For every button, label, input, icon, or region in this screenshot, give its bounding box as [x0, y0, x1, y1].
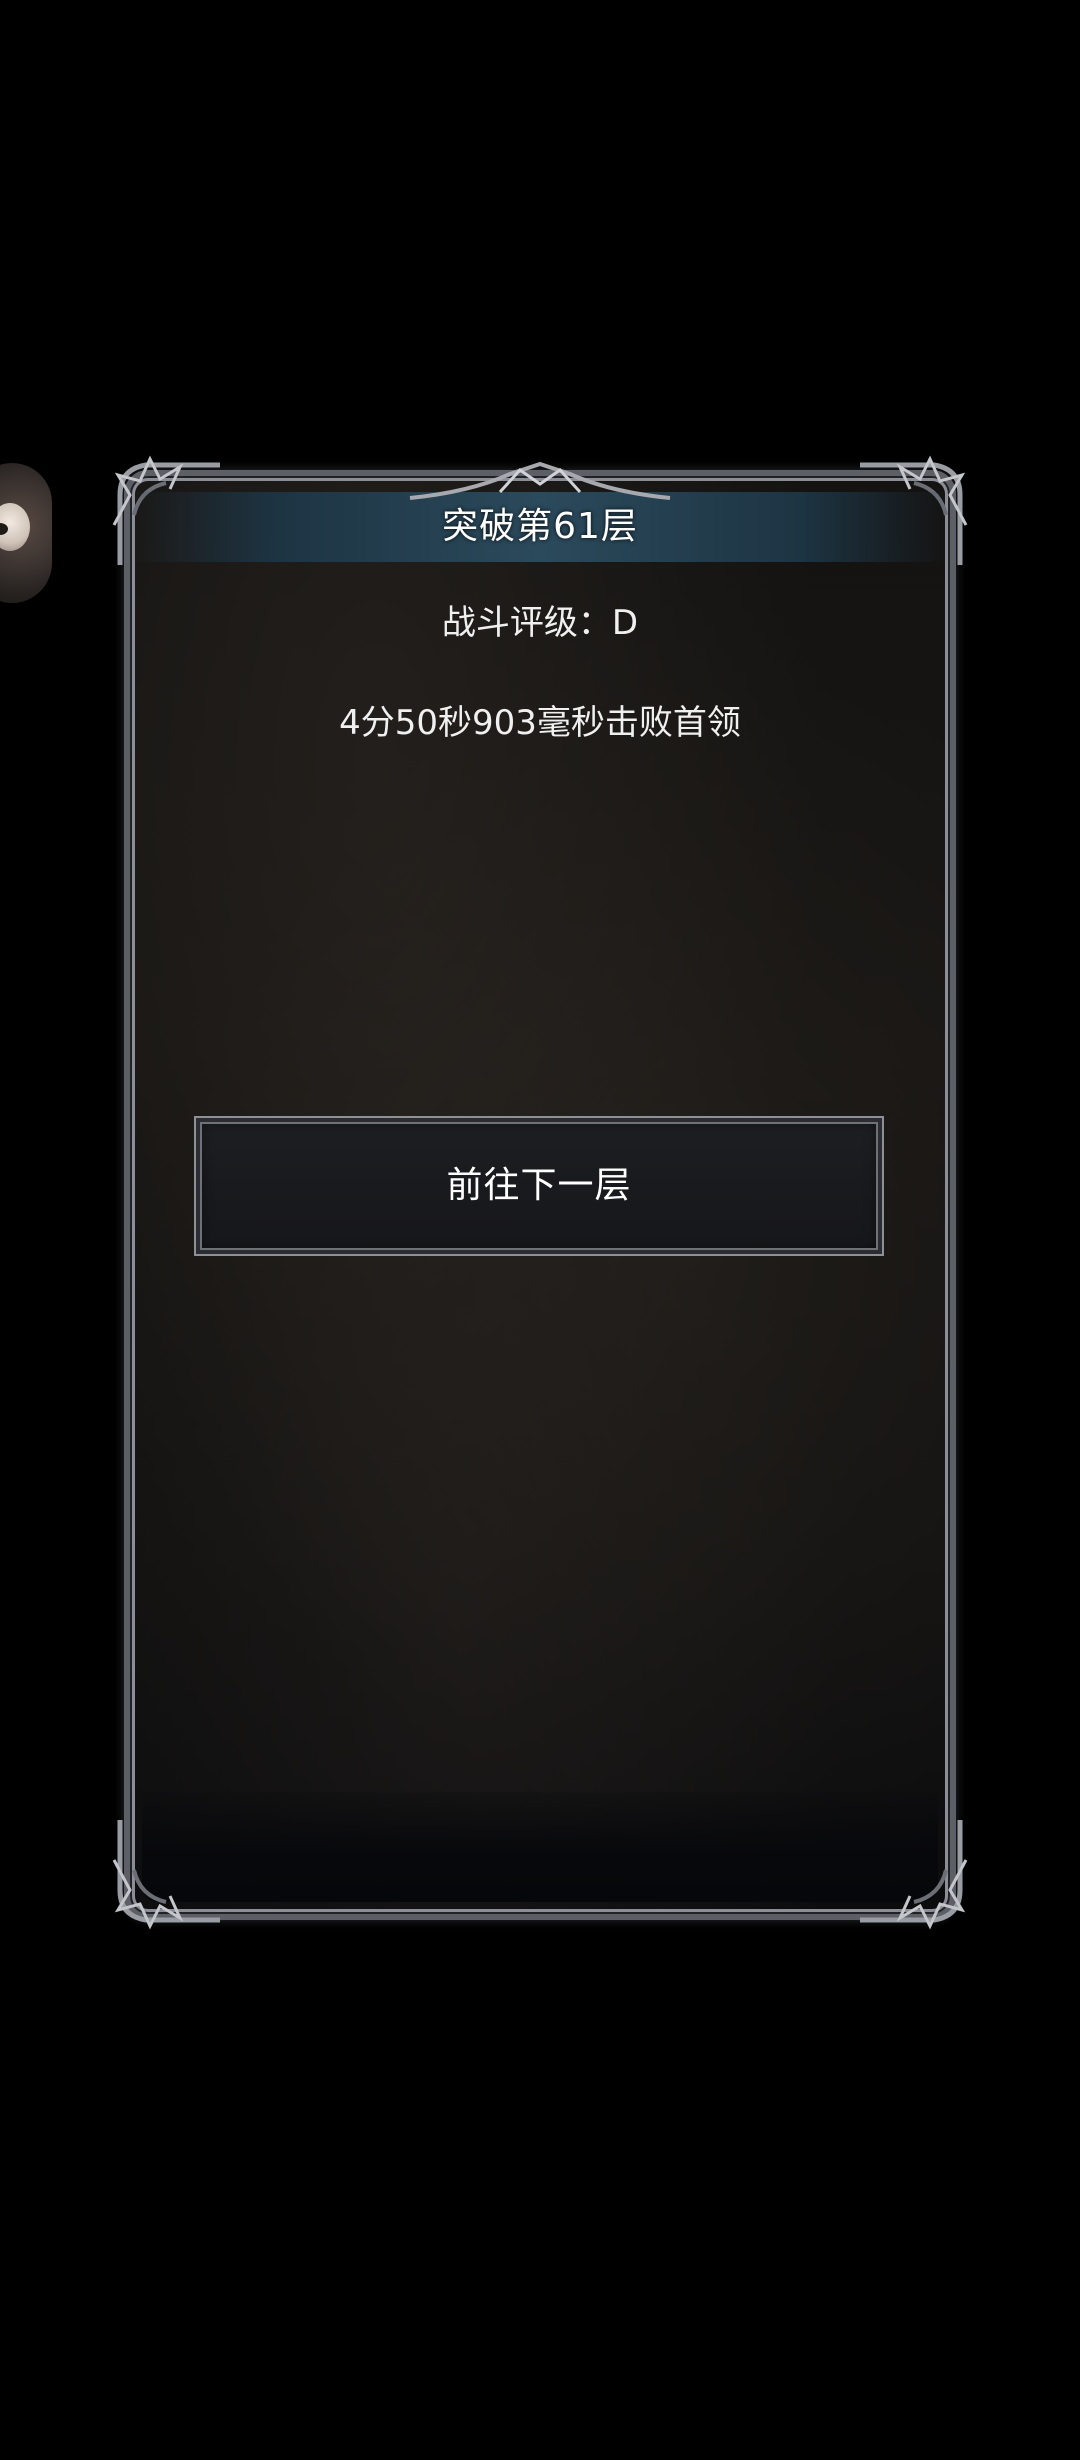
next-floor-button[interactable]: 前往下一层 — [194, 1116, 884, 1256]
battle-rating: 战斗评级：D — [441, 603, 639, 643]
dialog-title: 突破第61层 — [442, 506, 638, 547]
floating-assistant-button[interactable] — [0, 463, 52, 603]
ornament-corner-bottom-right-icon — [860, 1820, 968, 1930]
ornament-corner-bottom-left-icon — [112, 1820, 220, 1930]
dialog-bottom-band — [142, 1792, 938, 1902]
next-floor-button-label: 前往下一层 — [446, 1165, 632, 1206]
game-screen: 突破第61层 战斗评级：D 4分50秒903毫秒击败首领 前往下一层 — [0, 0, 1080, 2460]
boss-defeat-time: 4分50秒903毫秒击败首领 — [339, 703, 741, 743]
